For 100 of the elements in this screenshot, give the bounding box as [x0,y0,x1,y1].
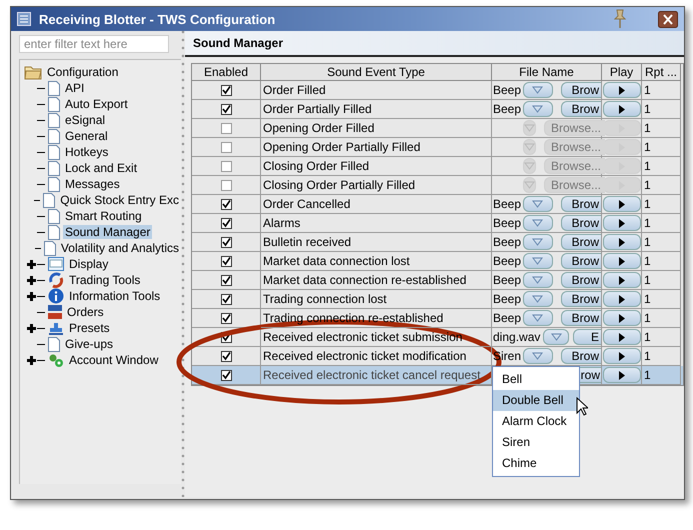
play-button[interactable] [602,348,640,364]
tree-item[interactable]: Account Window [67,353,160,367]
tree-item[interactable]: Hotkeys [63,145,110,159]
menu-item[interactable]: Double Bell [493,390,579,411]
browse-button[interactable]: E [573,329,601,345]
tree-item[interactable]: Information Tools [67,289,162,303]
tree-item[interactable]: Smart Routing [63,209,144,223]
browse-button[interactable]: Brow [560,291,601,307]
checkbox[interactable] [220,180,232,190]
dropdown-button[interactable] [523,253,553,269]
checkbox[interactable] [220,84,232,96]
checkbox[interactable] [220,312,232,324]
dropdown-button[interactable] [523,348,553,364]
table-row[interactable]: Order Partially Filled Beep Brow 1 [192,100,683,119]
table-row[interactable]: Market data connection re-established Beep Brow 1 [192,271,683,290]
tree-item[interactable]: Orders [65,305,106,319]
checkbox[interactable] [220,350,232,362]
table-row[interactable]: Bulletin received Beep Brow 1 [192,233,683,252]
tree-item[interactable]: Sound Manager [63,225,152,239]
caret-icon [532,105,544,113]
browse-button[interactable]: Brow [560,234,601,250]
menu-item[interactable]: Siren [493,432,579,453]
tree-item[interactable]: Configuration [45,65,120,79]
tree-item[interactable]: Auto Export [63,97,130,111]
column-header[interactable]: Play [602,64,642,81]
tree-item[interactable]: General [63,129,110,143]
play-button[interactable] [602,253,640,269]
tree-item[interactable]: eSignal [63,113,108,127]
browse-button[interactable]: Brow [560,82,601,98]
expand-icon[interactable] [26,290,37,302]
menu-item[interactable]: Alarm Clock [493,411,579,432]
column-header[interactable]: File Name [492,64,602,81]
checkbox[interactable] [220,160,232,172]
expand-icon[interactable] [26,258,37,270]
checkbox[interactable] [220,218,232,228]
table-row[interactable]: Received electronic ticket submission ding.wav E 1 [192,328,683,347]
tree-item[interactable]: Display [67,257,110,271]
table-row[interactable]: Closing Order Partially Filled Browse... 1 [192,176,683,195]
checkbox[interactable] [220,198,232,210]
dropdown-button[interactable] [523,272,553,288]
dropdown-button[interactable] [543,329,569,345]
checkbox[interactable] [220,236,232,248]
tree-item[interactable]: Volatility and Analytics [58,241,181,255]
expand-icon[interactable] [26,354,37,366]
table-row[interactable]: Opening Order Partially Filled Browse... 1 [192,138,683,157]
checkbox[interactable] [220,122,232,134]
play-button[interactable] [602,310,640,326]
tree-item[interactable]: Messages [63,177,122,191]
tree-item[interactable]: Trading Tools [67,273,142,287]
tree-item[interactable]: Lock and Exit [63,161,140,175]
play-button[interactable] [602,82,640,98]
table-row[interactable]: Order Filled Beep Brow 1 [192,81,683,100]
checkbox[interactable] [220,370,232,380]
tree-item[interactable]: API [63,81,86,95]
play-button[interactable] [602,367,640,383]
dropdown-button[interactable] [523,196,553,212]
column-header[interactable]: Rpt ... [642,64,681,81]
dropdown-button[interactable] [523,291,553,307]
checkbox[interactable] [220,142,232,152]
checkbox[interactable] [220,256,232,266]
menu-item[interactable]: Bell [493,369,579,390]
tree-item[interactable]: Presets [67,321,112,335]
dropdown-button[interactable] [523,82,553,98]
browse-button[interactable]: Brow [560,348,601,364]
browse-button[interactable]: Brow [560,253,601,269]
checkbox[interactable] [220,294,232,304]
browse-button[interactable]: Brow [560,272,601,288]
menu-item[interactable]: Chime [493,453,579,474]
play-button[interactable] [602,291,640,307]
dropdown-button[interactable] [523,101,553,117]
column-header[interactable]: Sound Event Type [261,64,492,81]
browse-button[interactable]: Brow [560,196,601,212]
expand-icon[interactable] [26,274,37,286]
play-button[interactable] [602,101,640,117]
browse-button[interactable]: Brow [560,215,601,231]
checkbox[interactable] [220,104,232,114]
dropdown-button[interactable] [523,215,553,231]
play-button[interactable] [602,329,640,345]
play-button[interactable] [602,196,640,212]
table-row[interactable]: Market data connection lost Beep Brow 1 [192,252,683,271]
checkbox[interactable] [220,274,232,286]
play-button[interactable] [602,215,640,231]
table-row[interactable]: Opening Order Filled Browse... 1 [192,119,683,138]
table-row[interactable]: Closing Order Filled Browse... 1 [192,157,683,176]
browse-button[interactable]: Brow [560,310,601,326]
filter-field[interactable]: enter filter text here [19,35,169,53]
tree-item[interactable]: Give-ups [63,337,116,351]
dropdown-button[interactable] [523,234,553,250]
tree-item[interactable]: Quick Stock Entry Exc [58,193,181,207]
play-button[interactable] [602,234,640,250]
table-row[interactable]: Alarms Beep Brow 1 [192,214,683,233]
dropdown-button[interactable] [523,310,553,326]
expand-icon[interactable] [26,322,37,334]
play-button[interactable] [602,272,640,288]
browse-button[interactable]: Brow [560,101,601,117]
table-row[interactable]: Order Cancelled Beep Brow 1 [192,195,683,214]
table-row[interactable]: Trading connection lost Beep Brow 1 [192,290,683,309]
close-icon[interactable] [658,10,678,28]
browse-button[interactable]: row [578,367,601,383]
column-header[interactable]: Enabled [192,64,261,81]
